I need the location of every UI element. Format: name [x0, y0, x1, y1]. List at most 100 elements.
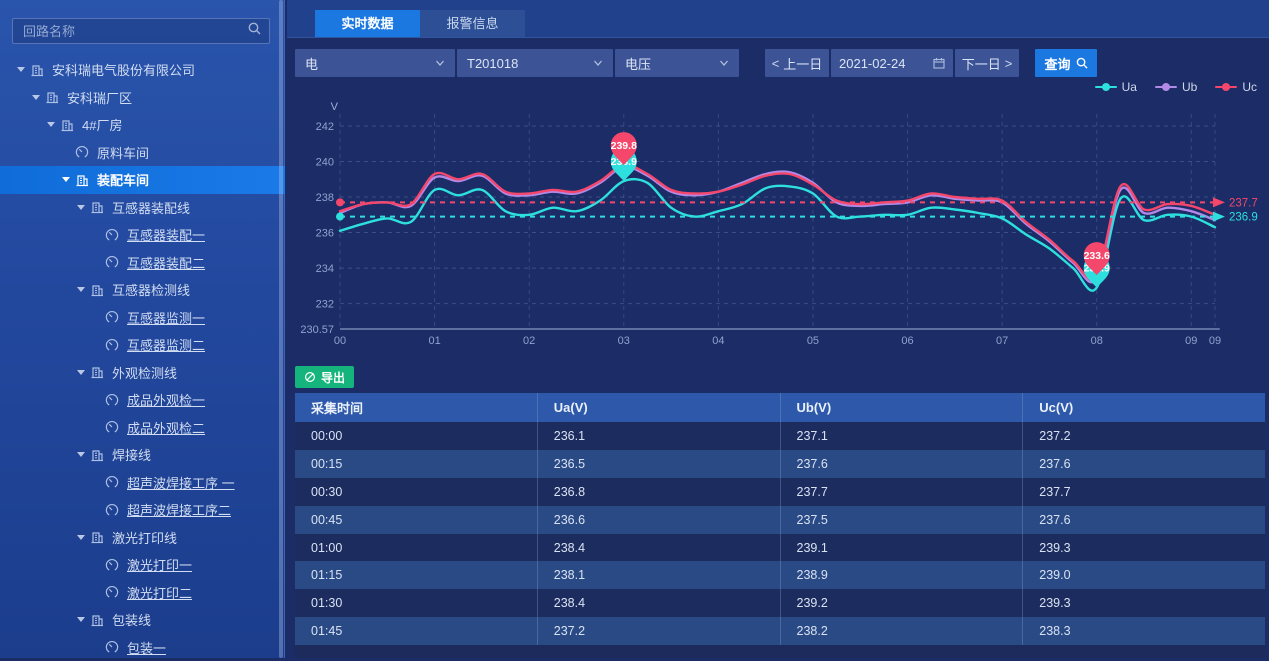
filter-bar: 电 T201018 电压 < 上一日 2021-02-24 下一日 > 查询: [287, 38, 1269, 82]
device-value: T201018: [467, 56, 518, 71]
tree-item[interactable]: 成品外观检二: [0, 414, 285, 442]
cell-ub: 238.9: [781, 561, 1024, 589]
tab-alarm-info[interactable]: 报警信息: [420, 10, 525, 37]
legend-item[interactable]: Uc: [1215, 80, 1257, 94]
caret-slot[interactable]: [12, 67, 30, 72]
voltage-line-chart: V242240238236234232230.57000102030405060…: [290, 94, 1264, 354]
tree-item[interactable]: 互感器检测线: [0, 276, 285, 304]
cell-ua: 236.5: [538, 450, 781, 478]
tree-item-label: 成品外观检二: [127, 418, 205, 437]
export-button[interactable]: 导出: [295, 366, 354, 388]
prev-day-button[interactable]: < 上一日: [765, 49, 829, 77]
cell-uc: 239.3: [1023, 534, 1265, 562]
tree-item[interactable]: 激光打印线: [0, 524, 285, 552]
tree-item[interactable]: 安科瑞电气股份有限公司: [0, 56, 285, 84]
caret-slot[interactable]: [27, 95, 45, 100]
caret-slot[interactable]: [72, 205, 90, 210]
date-picker[interactable]: 2021-02-24: [831, 49, 953, 77]
cell-ua: 238.1: [538, 561, 781, 589]
tree-item[interactable]: 互感器装配线: [0, 194, 285, 222]
column-header: Ua(V): [538, 393, 781, 422]
table-row: 00:45 236.6 237.5 237.6: [295, 506, 1265, 534]
tree-item[interactable]: 超声波焊接工序二: [0, 496, 285, 524]
export-icon: [304, 371, 316, 383]
tree-item[interactable]: 激光打印二: [0, 579, 285, 607]
building-icon: [90, 200, 110, 214]
search-input[interactable]: [21, 23, 248, 40]
gauge-icon: [105, 228, 125, 242]
cell-ub: 238.2: [781, 617, 1024, 645]
circuit-search-box[interactable]: [12, 18, 270, 44]
table-row: 00:30 236.8 237.7 237.7: [295, 478, 1265, 506]
tab-realtime-data[interactable]: 实时数据: [315, 10, 420, 37]
cell-uc: 237.6: [1023, 506, 1265, 534]
search-icon[interactable]: [248, 22, 261, 40]
caret-slot[interactable]: [72, 370, 90, 375]
tree-item-label: 互感器装配一: [127, 225, 205, 244]
svg-text:234: 234: [316, 263, 334, 275]
tree-item-label: 焊接线: [112, 445, 151, 464]
legend-label: Ub: [1182, 80, 1197, 94]
legend-item[interactable]: Ua: [1095, 80, 1137, 94]
device-select[interactable]: T201018: [457, 49, 613, 77]
chevron-down-icon: [593, 58, 603, 68]
tree-item[interactable]: 安科瑞厂区: [0, 84, 285, 112]
tree-item-label: 4#厂房: [82, 115, 122, 134]
svg-text:230.57: 230.57: [300, 324, 334, 336]
energy-type-select[interactable]: 电: [295, 49, 455, 77]
tree-item[interactable]: 外观检测线: [0, 359, 285, 387]
tree-item[interactable]: 焊接线: [0, 441, 285, 469]
tree-item[interactable]: 装配车间: [0, 166, 285, 194]
svg-text:232: 232: [316, 299, 334, 311]
tree-item[interactable]: 原料车间: [0, 139, 285, 167]
sidebar-scrollbar[interactable]: [279, 0, 283, 658]
cell-time: 00:15: [295, 450, 538, 478]
tree-item-label: 互感器装配线: [112, 198, 190, 217]
tree-item-label: 安科瑞厂区: [67, 88, 132, 107]
column-header: 采集时间: [295, 393, 538, 422]
tree-item[interactable]: 超声波焊接工序 一: [0, 469, 285, 497]
main-panel: 实时数据 报警信息 电 T201018 电压 < 上一日 2021-02-24 …: [287, 0, 1269, 658]
caret-slot[interactable]: [72, 535, 90, 540]
cell-time: 01:15: [295, 561, 538, 589]
query-button[interactable]: 查询: [1035, 49, 1097, 77]
caret-down-icon: [77, 205, 85, 210]
tree-item-label: 包装一: [127, 638, 166, 657]
svg-text:03: 03: [618, 335, 630, 347]
svg-text:07: 07: [996, 335, 1008, 347]
cell-ua: 238.4: [538, 589, 781, 617]
cell-time: 01:30: [295, 589, 538, 617]
svg-text:V: V: [331, 101, 339, 113]
svg-text:233.6: 233.6: [1084, 250, 1110, 262]
tree-item[interactable]: 互感器装配一: [0, 221, 285, 249]
caret-slot[interactable]: [72, 287, 90, 292]
table-row: 01:15 238.1 238.9 239.0: [295, 561, 1265, 589]
cell-uc: 237.2: [1023, 422, 1265, 450]
table-row: 01:45 237.2 238.2 238.3: [295, 617, 1265, 645]
svg-text:238: 238: [316, 192, 334, 204]
metric-select[interactable]: 电压: [615, 49, 739, 77]
sidebar: 安科瑞电气股份有限公司 安科瑞厂区 4#厂房 原料车间 装配车间 互感器装配线 …: [0, 0, 285, 658]
tree-item[interactable]: 互感器监测一: [0, 304, 285, 332]
tree-item[interactable]: 成品外观检一: [0, 386, 285, 414]
tree-item[interactable]: 包装线: [0, 606, 285, 634]
tree-item[interactable]: 4#厂房: [0, 111, 285, 139]
tree-item[interactable]: 激光打印一: [0, 551, 285, 579]
building-icon: [60, 118, 80, 132]
svg-text:236.9: 236.9: [1229, 212, 1258, 224]
building-icon: [90, 365, 110, 379]
date-value: 2021-02-24: [839, 56, 906, 71]
tree-item[interactable]: 互感器装配二: [0, 249, 285, 277]
caret-slot[interactable]: [57, 177, 75, 182]
chart-legend: Ua Ub Uc: [1095, 80, 1257, 94]
legend-item[interactable]: Ub: [1155, 80, 1197, 94]
caret-slot[interactable]: [72, 452, 90, 457]
tree-item[interactable]: 互感器监测二: [0, 331, 285, 359]
caret-slot[interactable]: [42, 122, 60, 127]
next-day-label: 下一日: [962, 54, 1001, 73]
tree-item[interactable]: 包装一: [0, 634, 285, 661]
caret-slot[interactable]: [72, 617, 90, 622]
svg-text:236: 236: [316, 228, 334, 240]
next-day-button[interactable]: 下一日 >: [955, 49, 1019, 77]
tree-item-label: 包装线: [112, 610, 151, 629]
